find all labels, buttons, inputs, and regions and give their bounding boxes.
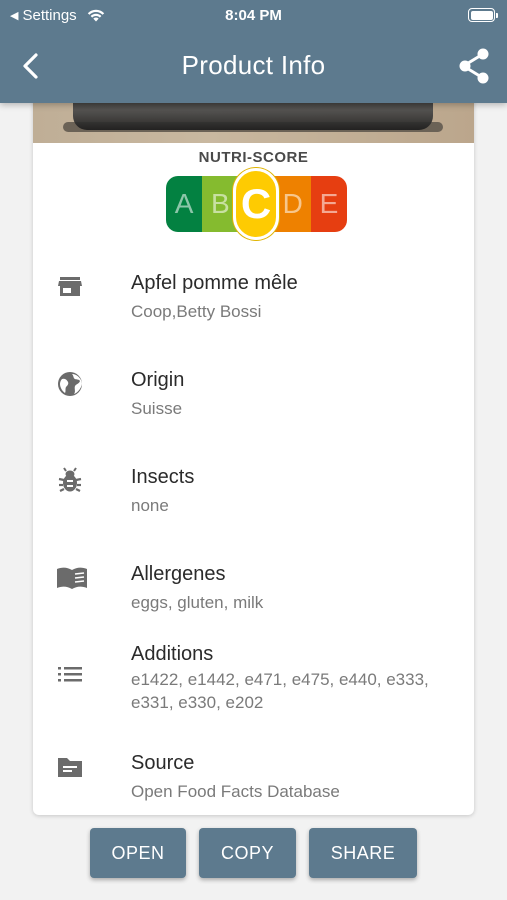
nutri-grade-d: D: [274, 176, 311, 232]
battery-icon: [468, 8, 498, 22]
globe-icon: [58, 372, 82, 396]
nutri-grade-selected: C: [233, 168, 279, 240]
additions-value: e1422, e1442, e471, e475, e440, e333, e3…: [131, 670, 429, 712]
allergenes-label: Allergenes: [131, 563, 226, 585]
product-card: NUTRI-SCORE A B D E C Apfel pomme mêle C…: [33, 60, 474, 815]
source-label: Source: [131, 752, 195, 774]
bug-icon: [58, 467, 82, 492]
allergenes-value: eggs, gluten, milk: [131, 593, 264, 612]
product-name: Apfel pomme mêle: [131, 272, 298, 294]
product-brands: Coop,Betty Bossi: [131, 302, 262, 321]
book-icon: [57, 567, 87, 589]
status-bar: ◀ Settings 8:04 PM: [0, 0, 507, 32]
origin-value: Suisse: [131, 399, 183, 418]
nutri-grade-a: A: [166, 176, 203, 232]
open-button[interactable]: OPEN: [90, 828, 186, 878]
additions-label: Additions: [131, 643, 214, 665]
store-icon: [58, 277, 82, 296]
nutri-score-scale: A B D E C: [166, 168, 347, 240]
folder-icon: [58, 758, 82, 777]
nutri-score-title: NUTRI-SCORE: [198, 149, 309, 166]
list-icon: [58, 667, 82, 682]
insects-label: Insects: [131, 466, 195, 488]
share-button[interactable]: SHARE: [309, 828, 417, 878]
status-time: 8:04 PM: [225, 7, 282, 24]
nutri-grade-e: E: [310, 176, 347, 232]
share-icon[interactable]: [455, 46, 493, 86]
page-title: Product Info: [181, 50, 326, 80]
source-value: Open Food Facts Database: [131, 782, 340, 801]
copy-button[interactable]: COPY: [199, 828, 296, 878]
origin-label: Origin: [131, 369, 185, 391]
app-header: ◀ Settings 8:04 PM Product Info: [0, 0, 507, 103]
insects-value: none: [131, 496, 169, 515]
